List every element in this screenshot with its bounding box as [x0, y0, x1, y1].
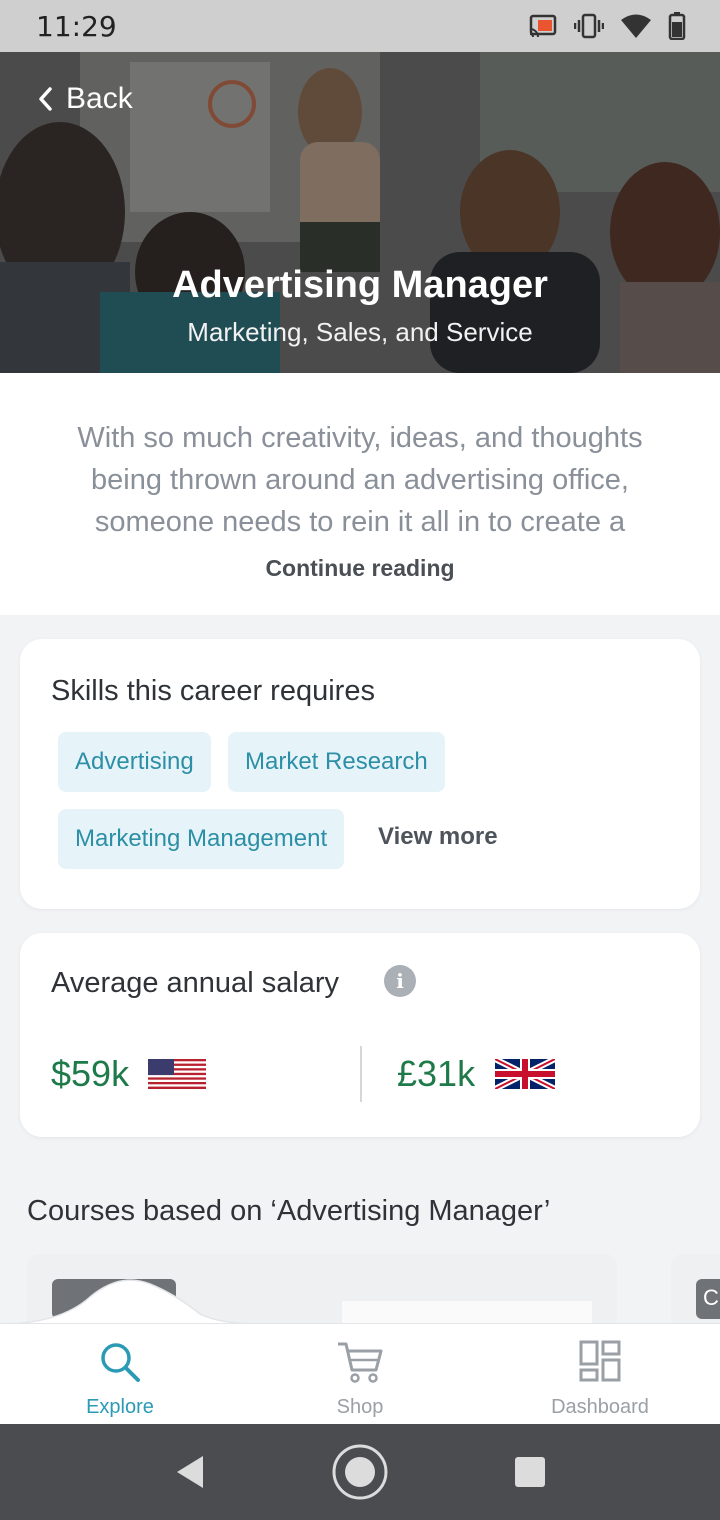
- continue-reading-link[interactable]: Continue reading: [0, 555, 720, 582]
- skill-chip-marketing-management[interactable]: Marketing Management: [58, 809, 345, 869]
- search-icon: [101, 1343, 140, 1382]
- salary-heading: Average annual salary: [51, 967, 340, 999]
- description-text: With so much creativity, ideas, and thou…: [77, 422, 643, 538]
- back-button[interactable]: Back: [36, 82, 133, 116]
- uk-flag-icon: [495, 1059, 555, 1089]
- salary-uk-value: £31k: [397, 1053, 476, 1094]
- info-icon[interactable]: i: [384, 965, 416, 997]
- view-more-skills-link[interactable]: View more: [378, 823, 498, 851]
- nav-label-dashboard: Dashboard: [551, 1396, 649, 1418]
- salary-us-value: $59k: [51, 1053, 130, 1094]
- career-title: Advertising Manager: [172, 264, 548, 306]
- chevron-left-icon: [39, 87, 52, 111]
- nav-item-shop[interactable]: Shop: [240, 1324, 480, 1425]
- cast-icon: [529, 14, 557, 38]
- course-badge: C: [696, 1279, 720, 1319]
- bottom-nav: Explore Shop Dashboard: [0, 1323, 720, 1424]
- courses-heading: Courses based on ‘Advertising Manager’: [27, 1195, 551, 1227]
- app-screen: 11:29 Back Advertising Manager Marketing…: [0, 0, 720, 1520]
- skill-chip-market-research[interactable]: Market Research: [228, 732, 445, 792]
- system-recents-button[interactable]: [490, 1424, 570, 1520]
- nav-item-explore[interactable]: Explore: [0, 1324, 240, 1425]
- vibrate-icon: [574, 13, 604, 39]
- career-hero: Back Advertising Manager Marketing, Sale…: [0, 52, 720, 373]
- system-back-button[interactable]: [150, 1424, 230, 1520]
- circle-home-icon: [332, 1444, 388, 1500]
- skill-chip-advertising[interactable]: Advertising: [58, 732, 211, 792]
- nav-item-dashboard[interactable]: Dashboard: [480, 1324, 720, 1425]
- cart-icon: [338, 1342, 383, 1383]
- skills-card: Skills this career requires Advertising …: [20, 639, 700, 909]
- us-flag-icon: [148, 1059, 206, 1089]
- system-home-button[interactable]: [320, 1424, 400, 1520]
- skills-heading: Skills this career requires: [51, 675, 375, 707]
- career-description: With so much creativity, ideas, and thou…: [0, 373, 720, 633]
- triangle-back-icon: [177, 1456, 203, 1488]
- status-icons: [528, 12, 686, 40]
- nav-label-explore: Explore: [86, 1396, 154, 1418]
- battery-icon: [668, 12, 686, 40]
- square-recents-icon: [515, 1457, 545, 1487]
- status-bar: 11:29: [0, 0, 720, 52]
- status-time: 11:29: [36, 9, 117, 43]
- salary-divider: [360, 1046, 362, 1102]
- dashboard-icon: [579, 1340, 621, 1382]
- salary-card: Average annual salary i $59k £31k: [20, 933, 700, 1137]
- career-category: Marketing, Sales, and Service: [187, 317, 533, 347]
- system-nav-bar: [0, 1424, 720, 1520]
- wifi-icon: [621, 14, 651, 38]
- back-label: Back: [66, 82, 133, 115]
- nav-label-shop: Shop: [336, 1396, 384, 1418]
